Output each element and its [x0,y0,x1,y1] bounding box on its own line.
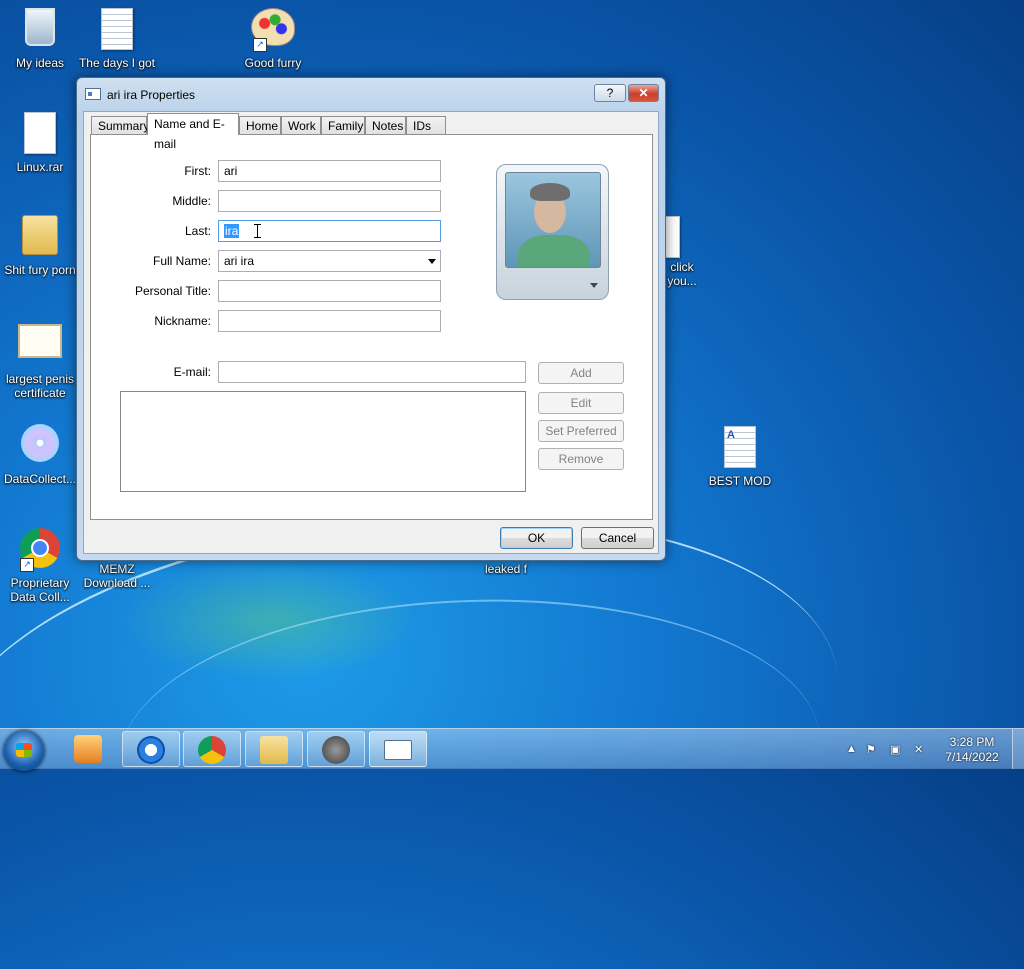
taskbar-explorer[interactable] [245,731,303,767]
taskbar: ▲ ⚑ ▣ ✕ 3:28 PM 7/14/2022 [0,728,1024,771]
file-icon [664,216,680,258]
show-desktop-button[interactable] [1012,729,1024,769]
first-label: First: [184,164,211,178]
set-preferred-button[interactable]: Set Preferred [538,420,624,442]
personal-title-label: Personal Title: [134,284,211,298]
tab-summary[interactable]: Summary [91,116,149,135]
last-name-input[interactable]: ira [218,220,441,242]
chevron-down-icon [590,283,598,288]
desktop-icon-label: BEST MOD [708,474,772,488]
taskbar-flash[interactable] [307,731,365,767]
folder-icon [260,736,288,764]
contact-card-icon [384,740,412,760]
desktop-icon-label: Good furry [244,56,302,70]
desktop-icon-label: Linux.rar [16,160,64,174]
volume-muted-icon[interactable]: ✕ [914,743,928,756]
full-name-label: Full Name: [152,254,211,268]
contact-photo-button[interactable] [496,164,609,300]
close-button[interactable]: ✕ [628,84,659,102]
full-name-select[interactable]: ari ira [218,250,441,272]
desktop-icon-click-you[interactable]: click you... [662,216,702,288]
ok-button[interactable]: OK [500,527,573,549]
desktop-icon-linux-rar[interactable]: Linux.rar [0,112,80,174]
desktop-icon-best-mod[interactable]: A BEST MOD [700,426,780,488]
network-icon[interactable]: ▣ [890,743,904,756]
clock-time: 3:28 PM [949,735,995,749]
chevron-up-icon[interactable]: ▲ [846,743,860,755]
desktop-icon-the-days-i-got[interactable]: The days I got [77,8,157,70]
clock-date: 7/14/2022 [945,750,999,764]
desktop-icon-folder[interactable]: Shit fury porn [0,215,80,277]
folder-icon [22,215,58,255]
dialog-body: Summary Name and E-mail Home Work Family… [83,111,659,554]
desktop-icon-label: My ideas [15,56,65,70]
email-list[interactable] [120,391,526,492]
text-document-icon [101,8,133,50]
help-button[interactable]: ? [594,84,626,102]
system-clock[interactable]: 3:28 PM 7/14/2022 [940,735,1004,765]
desktop-icon-good-furry[interactable]: ↗ Good furry [233,8,313,70]
blank-file-icon [24,112,56,154]
dialog-title: ari ira Properties [107,88,196,102]
middle-name-input[interactable] [218,190,441,212]
edit-email-button[interactable]: Edit [538,392,624,414]
chevron-down-icon [428,259,436,264]
properties-dialog: ari ira Properties ? ✕ Summary Name and … [76,77,666,561]
desktop-icon-label: Shit fury porn [4,263,76,277]
desktop-icon-label: leaked f [484,562,528,576]
tab-home[interactable]: Home [239,116,281,135]
last-label: Last: [184,224,211,238]
cancel-button[interactable]: Cancel [581,527,654,549]
start-button[interactable] [4,731,44,771]
desktop-icon-label: Proprietary Data Coll... [10,576,70,604]
shortcut-arrow-icon: ↗ [20,558,34,572]
desktop-icon-label: click you... [667,260,697,288]
desktop-icon-certificate[interactable]: largest penis certificate [0,320,80,400]
desktop-icon-datacollect[interactable]: DataCollect... [0,424,80,486]
tab-notes[interactable]: Notes [365,116,406,135]
text-cursor-icon [254,224,261,238]
desktop-icon-leaked[interactable]: leaked f [466,562,546,576]
email-label: E-mail: [173,365,211,379]
tab-name-and-email[interactable]: Name and E-mail [147,113,239,151]
remove-email-button[interactable]: Remove [538,448,624,470]
selected-text: ira [224,224,240,238]
contact-avatar [505,172,601,268]
desktop-icon-my-ideas[interactable]: My ideas [0,8,80,70]
shortcut-arrow-icon: ↗ [253,38,267,52]
tab-ids[interactable]: IDs [406,116,446,135]
recycle-bin-icon [25,8,55,46]
installer-disc-icon [21,424,59,462]
action-center-flag-icon[interactable]: ⚑ [866,743,880,756]
internet-explorer-icon [137,736,165,764]
taskbar-media-player[interactable] [60,731,118,767]
nickname-label: Nickname: [154,314,211,328]
nickname-input[interactable] [218,310,441,332]
name-email-page: First: ari Middle: Last: ira Full Name: … [90,134,653,520]
full-name-value: ari ira [224,254,255,268]
taskbar-contact-properties[interactable] [369,731,427,767]
desktop-icon-label: The days I got [78,56,156,70]
add-email-button[interactable]: Add [538,362,624,384]
middle-label: Middle: [172,194,211,208]
first-name-input[interactable]: ari [218,160,441,182]
desktop-icon-proprietary-data[interactable]: ↗ Proprietary Data Coll... [0,528,80,604]
desktop-icon-memz[interactable]: MEMZ Download ... [77,562,157,590]
word-document-icon: A [724,426,756,468]
email-input[interactable] [218,361,526,383]
media-player-icon [74,735,102,763]
contact-card-icon [85,88,101,100]
flash-icon [322,736,350,764]
taskbar-chrome[interactable] [183,731,241,767]
tab-work[interactable]: Work [281,116,321,135]
tab-family[interactable]: Family [321,116,365,135]
title-bar[interactable]: ari ira Properties ? ✕ [77,78,665,108]
personal-title-input[interactable] [218,280,441,302]
chrome-icon [198,736,226,764]
certificate-icon [18,324,62,358]
desktop-icon-label: DataCollect... [3,472,77,486]
desktop-icon-label: MEMZ Download ... [83,562,151,590]
desktop-icon-label: largest penis certificate [5,372,75,400]
taskbar-internet-explorer[interactable] [122,731,180,767]
